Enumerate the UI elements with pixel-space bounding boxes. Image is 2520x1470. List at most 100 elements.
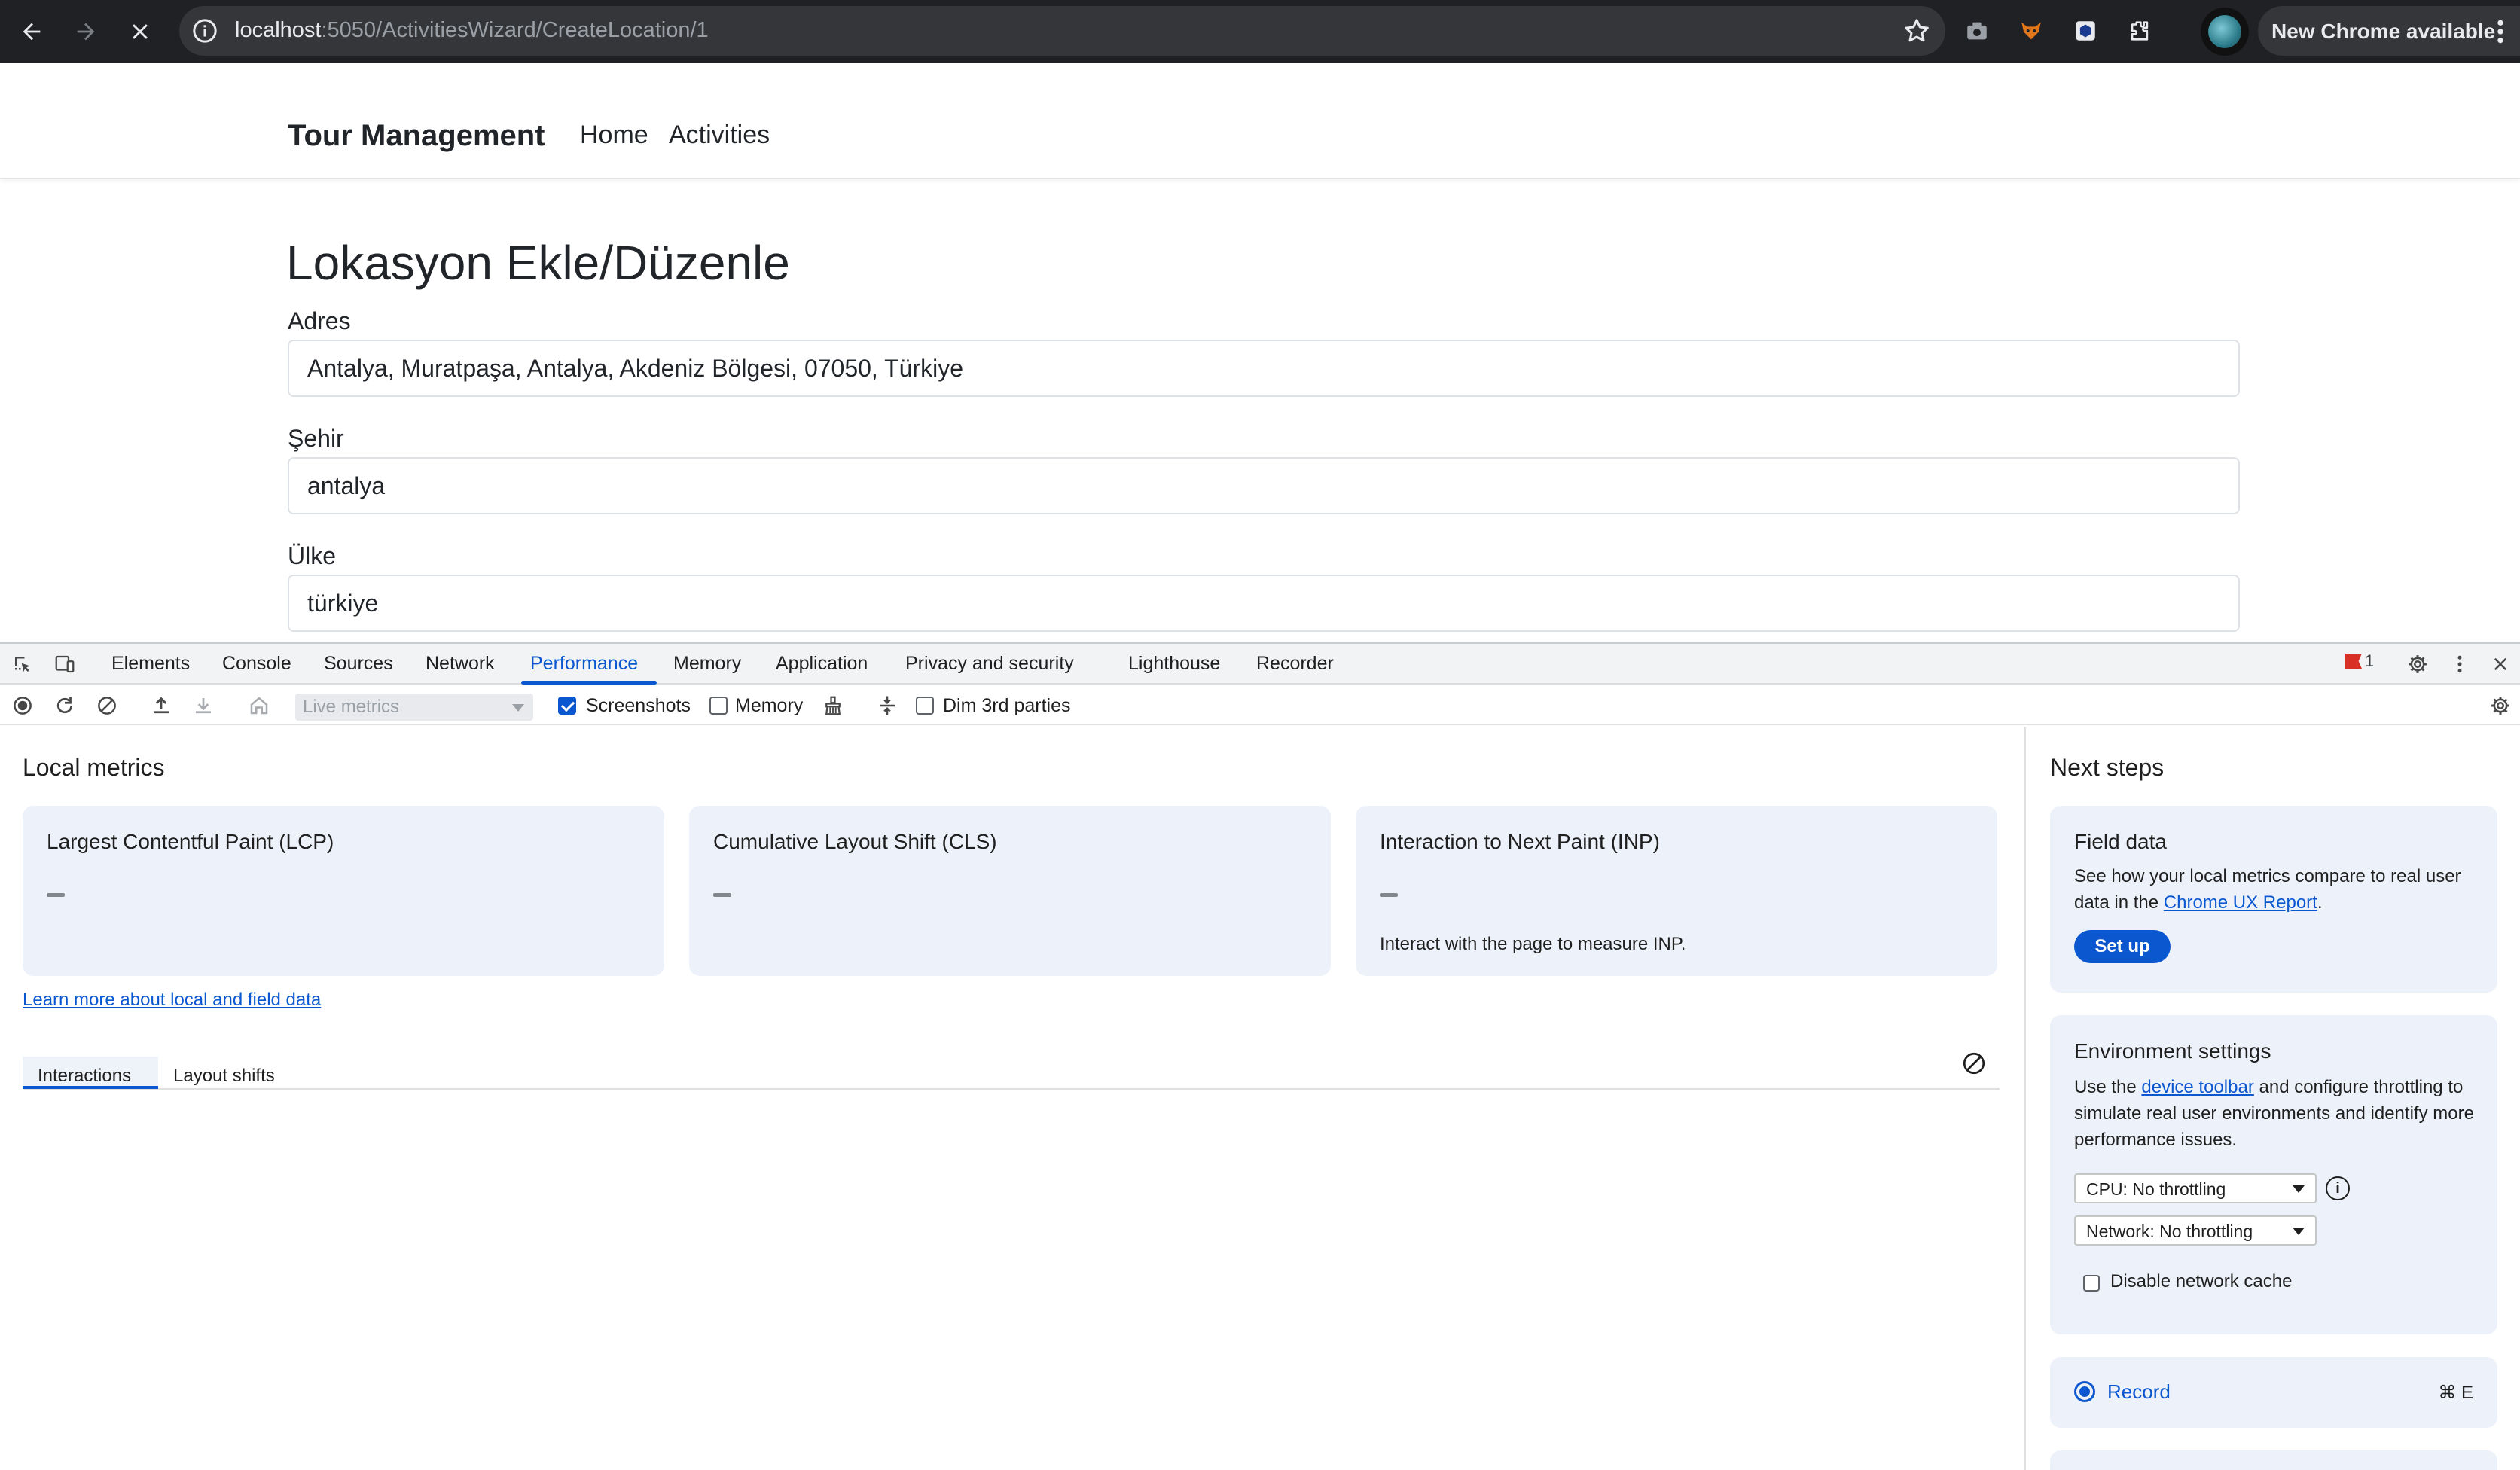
tab-sources[interactable]: Sources bbox=[324, 653, 393, 675]
city-input[interactable]: antalya bbox=[288, 457, 2240, 514]
environment-settings-text: Use the device toolbar and configure thr… bbox=[2074, 1077, 2474, 1150]
tab-lighthouse[interactable]: Lighthouse bbox=[1128, 653, 1220, 675]
record-shortcut: ⌘ E bbox=[2438, 1383, 2473, 1403]
memory-checkbox[interactable] bbox=[709, 697, 728, 715]
field-data-title: Field data bbox=[2074, 830, 2167, 853]
garbage-collect-icon[interactable] bbox=[818, 691, 848, 721]
settings-gear-icon[interactable] bbox=[2403, 649, 2433, 679]
fox-extension-icon[interactable] bbox=[2014, 14, 2049, 48]
dim-3rd-parties-checkbox[interactable] bbox=[916, 697, 934, 715]
address-label: Adres bbox=[288, 307, 351, 334]
brand-link[interactable]: Tour Management bbox=[288, 119, 545, 153]
tab-application[interactable]: Application bbox=[776, 653, 868, 675]
tab-layout-shifts[interactable]: Layout shifts bbox=[173, 1066, 275, 1087]
environment-settings-title: Environment settings bbox=[2074, 1039, 2271, 1063]
info-icon[interactable]: i bbox=[2326, 1176, 2350, 1200]
device-toolbar-icon[interactable] bbox=[50, 649, 80, 679]
record-label: Record bbox=[2107, 1380, 2171, 1403]
update-label: New Chrome available bbox=[2271, 20, 2496, 43]
nav-link-activities[interactable]: Activities bbox=[669, 120, 770, 150]
tab-privacy-security[interactable]: Privacy and security bbox=[905, 653, 1074, 675]
tab-memory[interactable]: Memory bbox=[673, 653, 741, 675]
address-bar[interactable]: localhost:5050/ActivitiesWizard/CreateLo… bbox=[179, 6, 1945, 56]
lcp-title: Largest Contentful Paint (LCP) bbox=[47, 830, 334, 853]
inp-title: Interaction to Next Paint (INP) bbox=[1380, 830, 1660, 853]
capture-settings-icon[interactable] bbox=[872, 691, 902, 721]
learn-more-link[interactable]: Learn more about local and field data bbox=[23, 990, 321, 1011]
cls-title: Cumulative Layout Shift (CLS) bbox=[713, 830, 997, 853]
city-label: Şehir bbox=[288, 425, 344, 452]
extensions-puzzle-icon[interactable] bbox=[2122, 14, 2157, 48]
back-button[interactable] bbox=[11, 11, 53, 53]
clear-icon[interactable] bbox=[92, 691, 122, 721]
devtools-menu-icon[interactable] bbox=[2445, 649, 2475, 679]
device-toolbar-link[interactable]: device toolbar bbox=[2141, 1077, 2253, 1097]
disable-cache-label: Disable network cache bbox=[2110, 1271, 2293, 1292]
upload-profile-icon[interactable] bbox=[146, 691, 176, 721]
country-input[interactable]: türkiye bbox=[288, 575, 2240, 632]
performance-toolbar: Live metrics Screenshots Memory Dim 3rd … bbox=[0, 686, 2520, 725]
capture-settings-gear-icon[interactable] bbox=[2485, 691, 2515, 721]
devtools-tab-bar: Elements Console Sources Network Perform… bbox=[0, 644, 2520, 685]
tab-network[interactable]: Network bbox=[426, 653, 495, 675]
record-card[interactable]: Record ⌘ E bbox=[2050, 1357, 2497, 1428]
profile-avatar[interactable] bbox=[2201, 8, 2249, 56]
record-icon bbox=[2074, 1381, 2095, 1402]
browser-toolbar: localhost:5050/ActivitiesWizard/CreateLo… bbox=[0, 0, 2520, 63]
cpu-throttling-select[interactable]: CPU: No throttling bbox=[2074, 1173, 2317, 1203]
issues-badge[interactable]: 1 bbox=[2345, 651, 2374, 671]
inp-value-placeholder bbox=[1380, 893, 1398, 897]
field-data-card: Field data See how your local metrics co… bbox=[2050, 806, 2497, 993]
home-icon[interactable] bbox=[244, 691, 274, 721]
live-metrics-label: Live metrics bbox=[303, 697, 400, 717]
site-navbar: Tour Management Home Activities bbox=[0, 63, 2520, 179]
issues-count: 1 bbox=[2365, 651, 2375, 670]
inspect-element-icon[interactable] bbox=[8, 649, 38, 679]
bookmark-star-icon[interactable] bbox=[1902, 16, 1932, 46]
chrome-update-button[interactable]: New Chrome available bbox=[2258, 6, 2520, 56]
more-card bbox=[2050, 1450, 2497, 1470]
tab-console[interactable]: Console bbox=[222, 653, 291, 675]
close-devtools-icon[interactable] bbox=[2485, 649, 2515, 679]
chrome-ux-report-link[interactable]: Chrome UX Report bbox=[2164, 892, 2317, 913]
active-tab-indicator bbox=[521, 681, 657, 685]
inp-note: Interact with the page to measure INP. bbox=[1380, 934, 1686, 954]
reload-record-icon[interactable] bbox=[50, 691, 80, 721]
forward-button[interactable] bbox=[65, 11, 107, 53]
country-label: Ülke bbox=[288, 542, 337, 569]
disable-cache-checkbox[interactable] bbox=[2083, 1275, 2100, 1292]
arrow-left-icon bbox=[23, 23, 41, 41]
network-throttling-select[interactable]: Network: No throttling bbox=[2074, 1215, 2317, 1246]
live-metrics-select[interactable]: Live metrics bbox=[295, 694, 533, 721]
clear-interactions-icon[interactable] bbox=[1960, 1050, 1988, 1077]
record-button[interactable]: Record bbox=[2074, 1380, 2171, 1404]
cls-card: Cumulative Layout Shift (CLS) bbox=[689, 806, 1331, 976]
active-subtab-indicator bbox=[23, 1086, 158, 1089]
chevron-down-icon bbox=[2293, 1228, 2305, 1235]
tab-recorder[interactable]: Recorder bbox=[1256, 653, 1334, 675]
field-data-text: See how your local metrics compare to re… bbox=[2074, 866, 2461, 913]
download-profile-icon[interactable] bbox=[188, 691, 218, 721]
issue-flag-icon bbox=[2345, 654, 2362, 669]
inp-card: Interaction to Next Paint (INP) Interact… bbox=[1356, 806, 1997, 976]
nav-link-home[interactable]: Home bbox=[580, 120, 648, 150]
tab-interactions[interactable]: Interactions bbox=[23, 1057, 158, 1086]
cls-value-placeholder bbox=[713, 893, 731, 897]
next-steps-title: Next steps bbox=[2050, 754, 2165, 781]
stop-loading-button[interactable] bbox=[119, 11, 161, 53]
shield-extension-icon[interactable] bbox=[2068, 14, 2103, 48]
site-info-icon[interactable] bbox=[190, 16, 220, 46]
screenshots-label: Screenshots bbox=[586, 695, 691, 716]
network-throttling-value: Network: No throttling bbox=[2086, 1221, 2253, 1241]
local-metrics-title: Local metrics bbox=[23, 754, 165, 781]
cpu-throttling-value: CPU: No throttling bbox=[2086, 1179, 2226, 1199]
screenshots-checkbox[interactable] bbox=[558, 697, 576, 715]
tab-elements[interactable]: Elements bbox=[111, 653, 190, 675]
url-text: localhost:5050/ActivitiesWizard/CreateLo… bbox=[235, 18, 709, 42]
setup-button[interactable]: Set up bbox=[2074, 930, 2171, 963]
camera-extension-icon[interactable] bbox=[1960, 14, 1994, 48]
environment-settings-card: Environment settings Use the device tool… bbox=[2050, 1015, 2497, 1334]
tab-performance[interactable]: Performance bbox=[530, 653, 638, 675]
address-input[interactable]: Antalya, Muratpaşa, Antalya, Akdeniz Böl… bbox=[288, 340, 2240, 397]
record-icon[interactable] bbox=[8, 691, 38, 721]
